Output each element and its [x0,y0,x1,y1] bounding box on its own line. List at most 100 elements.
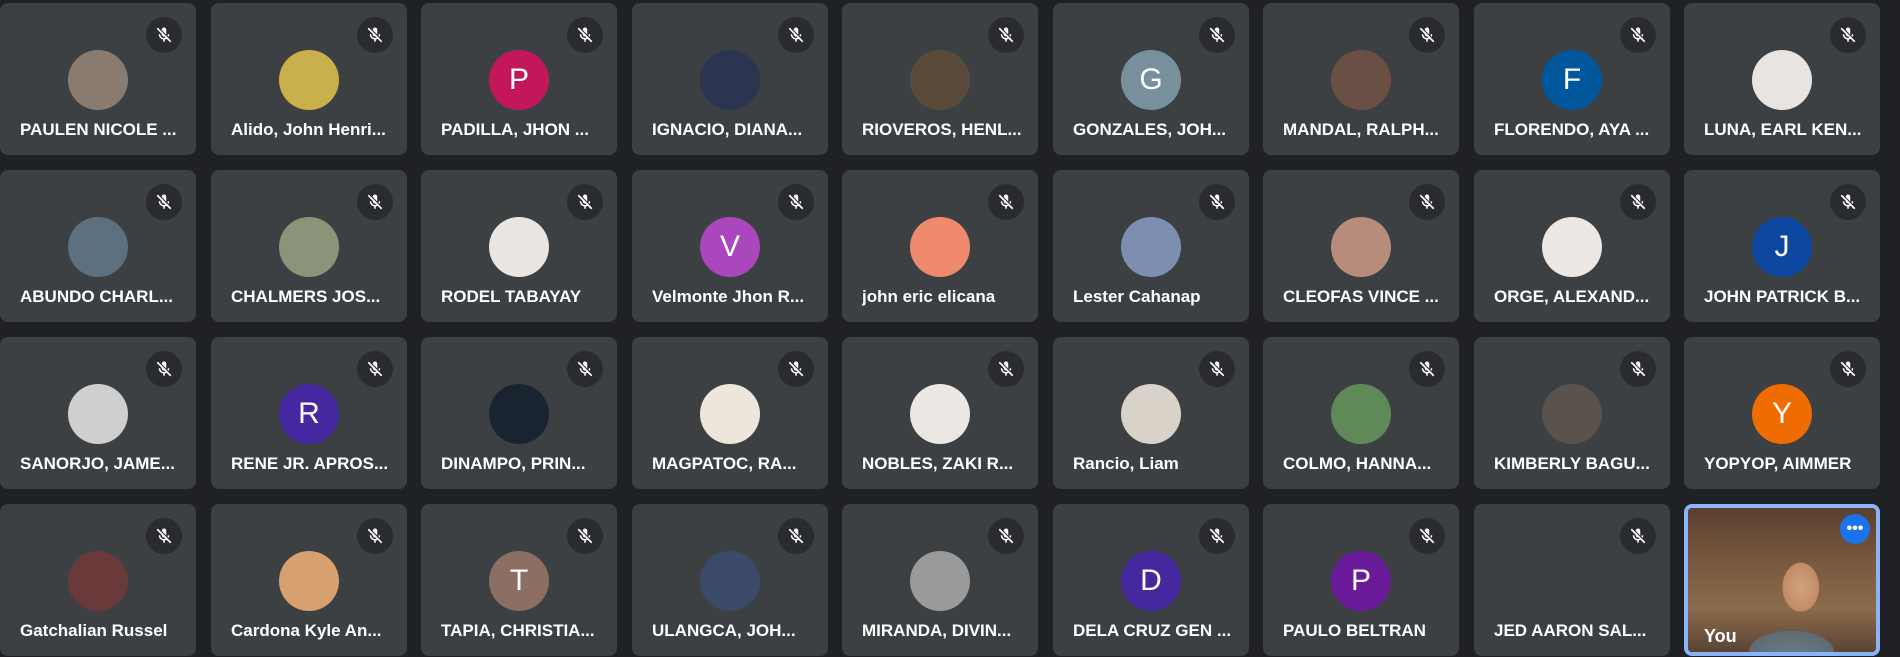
participant-name: MANDAL, RALPH... [1283,120,1439,139]
participant-tile[interactable]: KIMBERLY BAGU... [1474,337,1670,489]
mic-off-icon [778,184,814,220]
participant-tile[interactable]: CHALMERS JOS... [211,170,407,322]
mic-off-icon [1199,518,1235,554]
mic-off-icon [1409,518,1445,554]
participant-tile[interactable]: P PADILLA, JHON ... [421,3,617,155]
participant-tile[interactable]: T TAPIA, CHRISTIA... [421,504,617,656]
mic-off-icon [778,17,814,53]
avatar: G [1121,50,1181,110]
participant-tile[interactable]: ORGE, ALEXAND... [1474,170,1670,322]
avatar: P [489,50,549,110]
participant-tile[interactable]: P PAULO BELTRAN [1263,504,1459,656]
avatar: R [279,384,339,444]
participant-tile[interactable]: PAULEN NICOLE ... [0,3,196,155]
participant-name: KIMBERLY BAGU... [1494,454,1650,473]
participant-tile[interactable]: F FLORENDO, AYA ... [1474,3,1670,155]
self-name: You [1704,626,1737,646]
mic-off-icon [1409,351,1445,387]
participant-name: Cardona Kyle An... [231,621,382,640]
participant-name: LUNA, EARL KEN... [1704,120,1862,139]
avatar [1752,50,1812,110]
mic-off-icon [1409,17,1445,53]
participant-name: ULANGCA, JOH... [652,621,796,640]
participant-name: JOHN PATRICK B... [1704,287,1861,306]
participant-tile[interactable]: MAGPATOC, RA... [632,337,828,489]
avatar [1121,384,1181,444]
avatar [700,50,760,110]
participant-tile[interactable]: NOBLES, ZAKI R... [842,337,1038,489]
participant-tile[interactable]: Lester Cahanap [1053,170,1249,322]
participant-name: DELA CRUZ GEN ... [1073,621,1232,640]
mic-off-icon [778,518,814,554]
avatar: T [489,551,549,611]
participant-name: DINAMPO, PRIN... [441,454,586,473]
participant-name: john eric elicana [862,287,996,306]
mic-off-icon [567,17,603,53]
participant-name: Alido, John Henri... [231,120,386,139]
participant-tile[interactable]: Alido, John Henri... [211,3,407,155]
mic-off-icon [357,184,393,220]
participant-tile[interactable]: Rancio, Liam [1053,337,1249,489]
self-video-tile[interactable]: ••• You [1684,504,1880,656]
mic-off-icon [146,184,182,220]
mic-off-icon [357,17,393,53]
avatar [279,50,339,110]
mic-off-icon [1830,351,1866,387]
participant-name: FLORENDO, AYA ... [1494,120,1650,139]
mic-off-icon [988,518,1024,554]
participant-tile[interactable]: SANORJO, JAME... [0,337,196,489]
avatar [1331,217,1391,277]
more-options-icon[interactable]: ••• [1840,514,1870,544]
avatar [489,217,549,277]
participant-tile[interactable]: J JOHN PATRICK B... [1684,170,1880,322]
participant-name: RIOVEROS, HENL... [862,120,1022,139]
participant-tile[interactable]: RIOVEROS, HENL... [842,3,1038,155]
participant-name: PAULO BELTRAN [1283,621,1426,640]
participant-name: RENE JR. APROS... [231,454,389,473]
mic-off-icon [1830,184,1866,220]
participant-name: NOBLES, ZAKI R... [862,454,1014,473]
mic-off-icon [988,351,1024,387]
participant-tile[interactable]: Cardona Kyle An... [211,504,407,656]
participant-tile[interactable]: D DELA CRUZ GEN ... [1053,504,1249,656]
mic-off-icon [1830,17,1866,53]
mic-off-icon [146,351,182,387]
participant-tile[interactable]: MIRANDA, DIVIN... [842,504,1038,656]
participant-name: GONZALES, JOH... [1073,120,1227,139]
mic-off-icon [1620,351,1656,387]
participant-tile[interactable]: R RENE JR. APROS... [211,337,407,489]
avatar [910,50,970,110]
participant-tile[interactable]: ABUNDO CHARL... [0,170,196,322]
mic-off-icon [1199,184,1235,220]
participant-tile[interactable]: IGNACIO, DIANA... [632,3,828,155]
avatar [1121,217,1181,277]
participant-name: PAULEN NICOLE ... [20,120,177,139]
mic-off-icon [1620,17,1656,53]
avatar [1542,551,1602,611]
participant-tile[interactable]: JED AARON SAL... [1474,504,1670,656]
avatar [279,217,339,277]
participant-tile[interactable]: V Velmonte Jhon R... [632,170,828,322]
participant-tile[interactable]: MANDAL, RALPH... [1263,3,1459,155]
avatar [700,384,760,444]
mic-off-icon [146,17,182,53]
mic-off-icon [1199,351,1235,387]
avatar [1331,384,1391,444]
participant-tile[interactable]: G GONZALES, JOH... [1053,3,1249,155]
avatar [910,551,970,611]
participant-name: TAPIA, CHRISTIA... [441,621,595,640]
participant-tile[interactable]: john eric elicana [842,170,1038,322]
participant-tile[interactable]: Y YOPYOP, AIMMER [1684,337,1880,489]
participant-name: RODEL TABAYAY [441,287,582,306]
participant-name: Gatchalian Russel [20,621,168,640]
participant-tile[interactable]: DINAMPO, PRIN... [421,337,617,489]
mic-off-icon [988,17,1024,53]
participant-tile[interactable]: RODEL TABAYAY [421,170,617,322]
participant-name: JED AARON SAL... [1494,621,1647,640]
participant-tile[interactable]: ULANGCA, JOH... [632,504,828,656]
participant-tile[interactable]: COLMO, HANNA... [1263,337,1459,489]
participant-tile[interactable]: Gatchalian Russel [0,504,196,656]
participant-tile[interactable]: CLEOFAS VINCE ... [1263,170,1459,322]
participant-tile[interactable]: LUNA, EARL KEN... [1684,3,1880,155]
avatar [1542,384,1602,444]
